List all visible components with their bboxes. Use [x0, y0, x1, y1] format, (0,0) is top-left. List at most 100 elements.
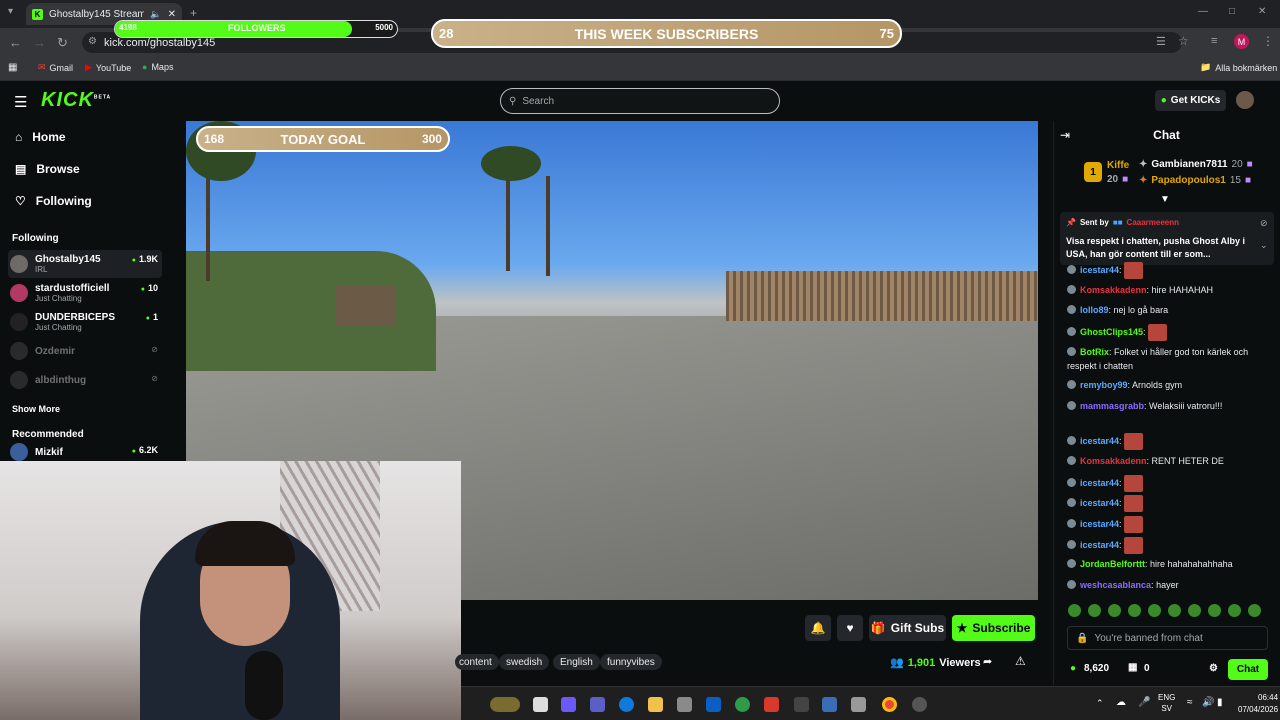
user-avatar[interactable]	[1236, 91, 1254, 109]
emote-quick-icon[interactable]	[1088, 604, 1101, 617]
forward-icon[interactable]: →	[33, 35, 46, 50]
chat-input-banned[interactable]: 🔒 You're banned from chat	[1067, 626, 1268, 650]
chat-message[interactable]: BotRix: Folket vi håller god ton kärlek …	[1067, 345, 1272, 373]
back-icon[interactable]: ←	[9, 35, 22, 50]
maximize-icon[interactable]: □	[1229, 6, 1235, 17]
emote-quick-icon[interactable]	[1108, 604, 1121, 617]
bookmark-star-icon[interactable]: ☆	[1178, 34, 1189, 48]
tray-chevron-icon[interactable]: ⌃	[1096, 698, 1104, 709]
top-gifter[interactable]: Kiffe	[1107, 160, 1129, 171]
chat-message[interactable]: lollo89: nej lo gå bara	[1067, 303, 1272, 317]
chat-message[interactable]: remyboy99: Arnolds gym	[1067, 378, 1272, 392]
chat-message[interactable]: Komsakkadenn: hire HAHAHAH	[1067, 283, 1272, 297]
photos-icon[interactable]	[851, 697, 866, 712]
following-channel-offline[interactable]: Ozdemir ⊘	[8, 337, 162, 365]
chat-username[interactable]: Komsakkadenn	[1080, 285, 1147, 295]
chat-username[interactable]: BotRix	[1080, 347, 1109, 357]
bookmark-youtube[interactable]: ▶ YouTube	[85, 62, 131, 73]
stream-tag[interactable]: English	[553, 654, 600, 670]
minimize-icon[interactable]: —	[1198, 6, 1208, 17]
nav-home[interactable]: ⌂ Home	[15, 130, 66, 144]
chat-message[interactable]: icestar44:	[1067, 516, 1272, 533]
task-view-icon[interactable]	[533, 697, 548, 712]
mail-icon[interactable]	[706, 697, 721, 712]
emote-quick-icon[interactable]	[1188, 604, 1201, 617]
chat-username[interactable]: icestar44	[1080, 519, 1119, 529]
microphone-icon[interactable]: 🎤	[1138, 697, 1150, 708]
kick-logo[interactable]: KICKBETA	[41, 89, 111, 112]
reload-icon[interactable]: ↻	[57, 35, 68, 51]
store-icon[interactable]	[677, 697, 692, 712]
app-icon[interactable]	[822, 697, 837, 712]
chat-message[interactable]: icestar44:	[1067, 262, 1272, 279]
nav-following[interactable]: ♡ Following	[15, 194, 92, 208]
emote-quick-icon[interactable]	[1128, 604, 1141, 617]
emote-quick-icon[interactable]	[1068, 604, 1081, 617]
new-tab-icon[interactable]: +	[190, 6, 197, 20]
chat-message[interactable]: icestar44:	[1067, 495, 1272, 512]
battery-icon[interactable]: ▮	[1217, 697, 1223, 708]
chat-username[interactable]: JordanBelforttt	[1080, 559, 1145, 569]
tab-list-icon[interactable]: ▾	[8, 6, 13, 17]
file-explorer-icon[interactable]	[648, 697, 663, 712]
bookmark-maps[interactable]: ● Maps	[142, 62, 173, 72]
top-gifter[interactable]: ✦ Gambianen7811 20 ■	[1139, 159, 1253, 170]
following-channel[interactable]: Ghostalby145IRL 1.9K	[8, 250, 162, 278]
profile-avatar[interactable]: M	[1234, 34, 1249, 49]
emote-quick-icon[interactable]	[1168, 604, 1181, 617]
chat-message[interactable]: icestar44:	[1067, 433, 1272, 450]
tab-audio-icon[interactable]: 🔈	[150, 9, 161, 20]
stream-tag[interactable]: funnyvibes	[600, 654, 662, 670]
chat-message[interactable]: weshcasablanca: hayer	[1067, 578, 1272, 592]
chat-username[interactable]: icestar44	[1080, 498, 1119, 508]
hamburger-menu-icon[interactable]: ☰	[14, 93, 27, 111]
apps-grid-icon[interactable]: ▦	[8, 62, 17, 73]
clock[interactable]: 06:44 07/04/2026	[1238, 692, 1278, 716]
chat-username[interactable]: icestar44	[1080, 265, 1119, 275]
chat-username[interactable]: lollo89	[1080, 305, 1109, 315]
unpin-icon[interactable]: ⊘	[1260, 218, 1268, 229]
chat-username[interactable]: mammasgrabb	[1080, 401, 1144, 411]
chrome-menu-icon[interactable]: ⋮	[1262, 34, 1274, 48]
chat-message[interactable]: Komsakkadenn: RENT HETER DE	[1067, 454, 1272, 468]
chat-message[interactable]: icestar44:	[1067, 537, 1272, 554]
expand-pinned-icon[interactable]: ⌄	[1260, 240, 1268, 251]
following-channel[interactable]: stardustofficiellJust Chatting 10	[8, 279, 162, 307]
chat-username[interactable]: icestar44	[1080, 436, 1119, 446]
notification-bell-icon[interactable]: 🔔	[805, 615, 831, 641]
chat-username[interactable]: GhostClips145	[1080, 327, 1143, 337]
volume-icon[interactable]: 🔊	[1202, 697, 1214, 708]
teams-icon[interactable]	[590, 697, 605, 712]
chat-message[interactable]: JordanBelforttt: hire hahahahahhaha	[1067, 557, 1272, 571]
app-icon[interactable]	[794, 697, 809, 712]
recommended-channel[interactable]: Mizkif 6.2K	[8, 443, 162, 461]
chat-username[interactable]: remyboy99	[1080, 380, 1128, 390]
chat-message[interactable]: GhostClips145:	[1067, 324, 1272, 341]
gift-box-icon[interactable]: ▦	[1128, 662, 1137, 673]
top-gifter[interactable]: ✦ Papadopoulos1 15 ■	[1139, 175, 1251, 186]
wifi-icon[interactable]: ≈	[1187, 697, 1193, 708]
expand-gifters-icon[interactable]: ▼	[1160, 194, 1170, 205]
copilot-icon[interactable]	[561, 697, 576, 712]
following-channel-offline[interactable]: albdinthug ⊘	[8, 366, 162, 394]
language-indicator[interactable]: ENG SV	[1158, 692, 1175, 714]
chat-message[interactable]: mammasgrabb: Welaksiii vatroru!!!	[1067, 399, 1272, 413]
chrome-icon[interactable]	[882, 697, 897, 712]
widgets-icon[interactable]	[490, 697, 520, 712]
emote-quick-icon[interactable]	[1148, 604, 1161, 617]
stream-tag[interactable]: content	[455, 654, 499, 670]
pinned-message[interactable]: 📌 Sent by ■■ Caaarmeeenn ⊘ ⌄ Visa respek…	[1060, 212, 1274, 265]
tab-close-icon[interactable]: ✕	[168, 9, 176, 20]
search-input[interactable]: ⚲ Search	[500, 88, 780, 114]
nav-browse[interactable]: ▤ Browse	[15, 162, 80, 176]
subscribe-button[interactable]: ★ Subscribe	[952, 615, 1035, 641]
gift-subs-button[interactable]: 🎁 Gift Subs	[869, 615, 946, 641]
emote-quick-icon[interactable]	[1228, 604, 1241, 617]
site-info-icon[interactable]: ⚙	[88, 36, 97, 47]
emote-quick-icon[interactable]	[1208, 604, 1221, 617]
all-bookmarks[interactable]: 📁 Alla bokmärken	[1200, 62, 1277, 73]
edge-icon[interactable]	[619, 697, 634, 712]
stream-tag[interactable]: swedish	[499, 654, 550, 670]
translate-icon[interactable]: ☰	[1156, 35, 1166, 48]
show-more-link[interactable]: Show More	[12, 404, 60, 414]
